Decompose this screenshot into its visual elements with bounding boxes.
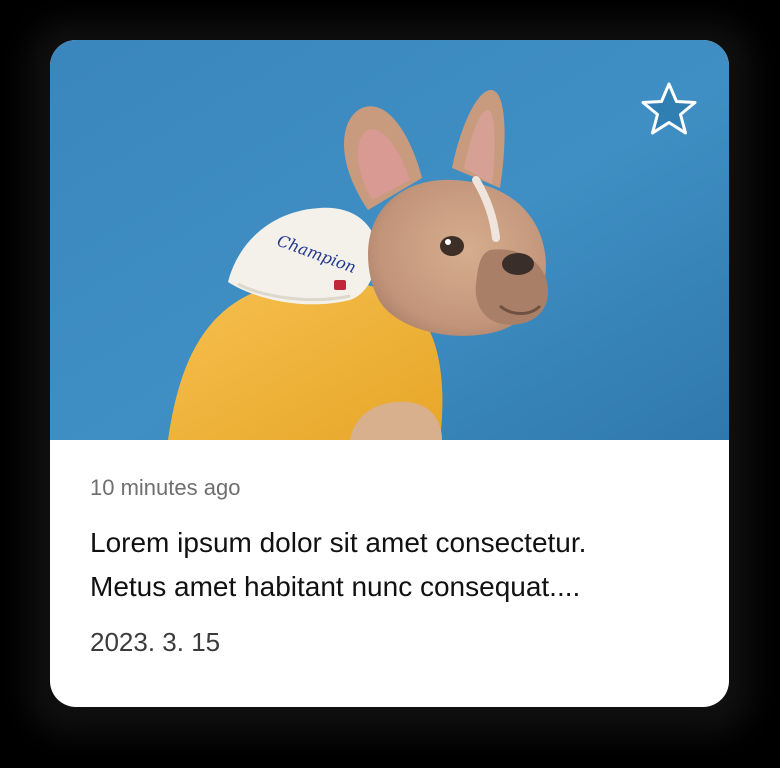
favorite-button[interactable]	[637, 78, 701, 142]
article-card[interactable]: Champion 10 minutes ago Lorem ipsum dolo…	[50, 40, 729, 707]
article-date: 2023. 3. 15	[90, 627, 221, 657]
title-line-1: Lorem ipsum dolor sit amet consectetur.	[90, 527, 587, 558]
card-content: 10 minutes ago Lorem ipsum dolor sit ame…	[50, 475, 729, 657]
article-title[interactable]: Lorem ipsum dolor sit amet consectetur. …	[90, 521, 689, 609]
title-line-2: Metus amet habitant nunc consequat....	[90, 571, 581, 602]
screen: Champion 10 minutes ago Lorem ipsum dolo…	[0, 0, 780, 768]
dog-photo: Champion	[50, 40, 729, 440]
article-image[interactable]: Champion	[50, 40, 729, 440]
timestamp: 10 minutes ago	[90, 475, 241, 500]
star-outline-icon	[641, 82, 697, 135]
